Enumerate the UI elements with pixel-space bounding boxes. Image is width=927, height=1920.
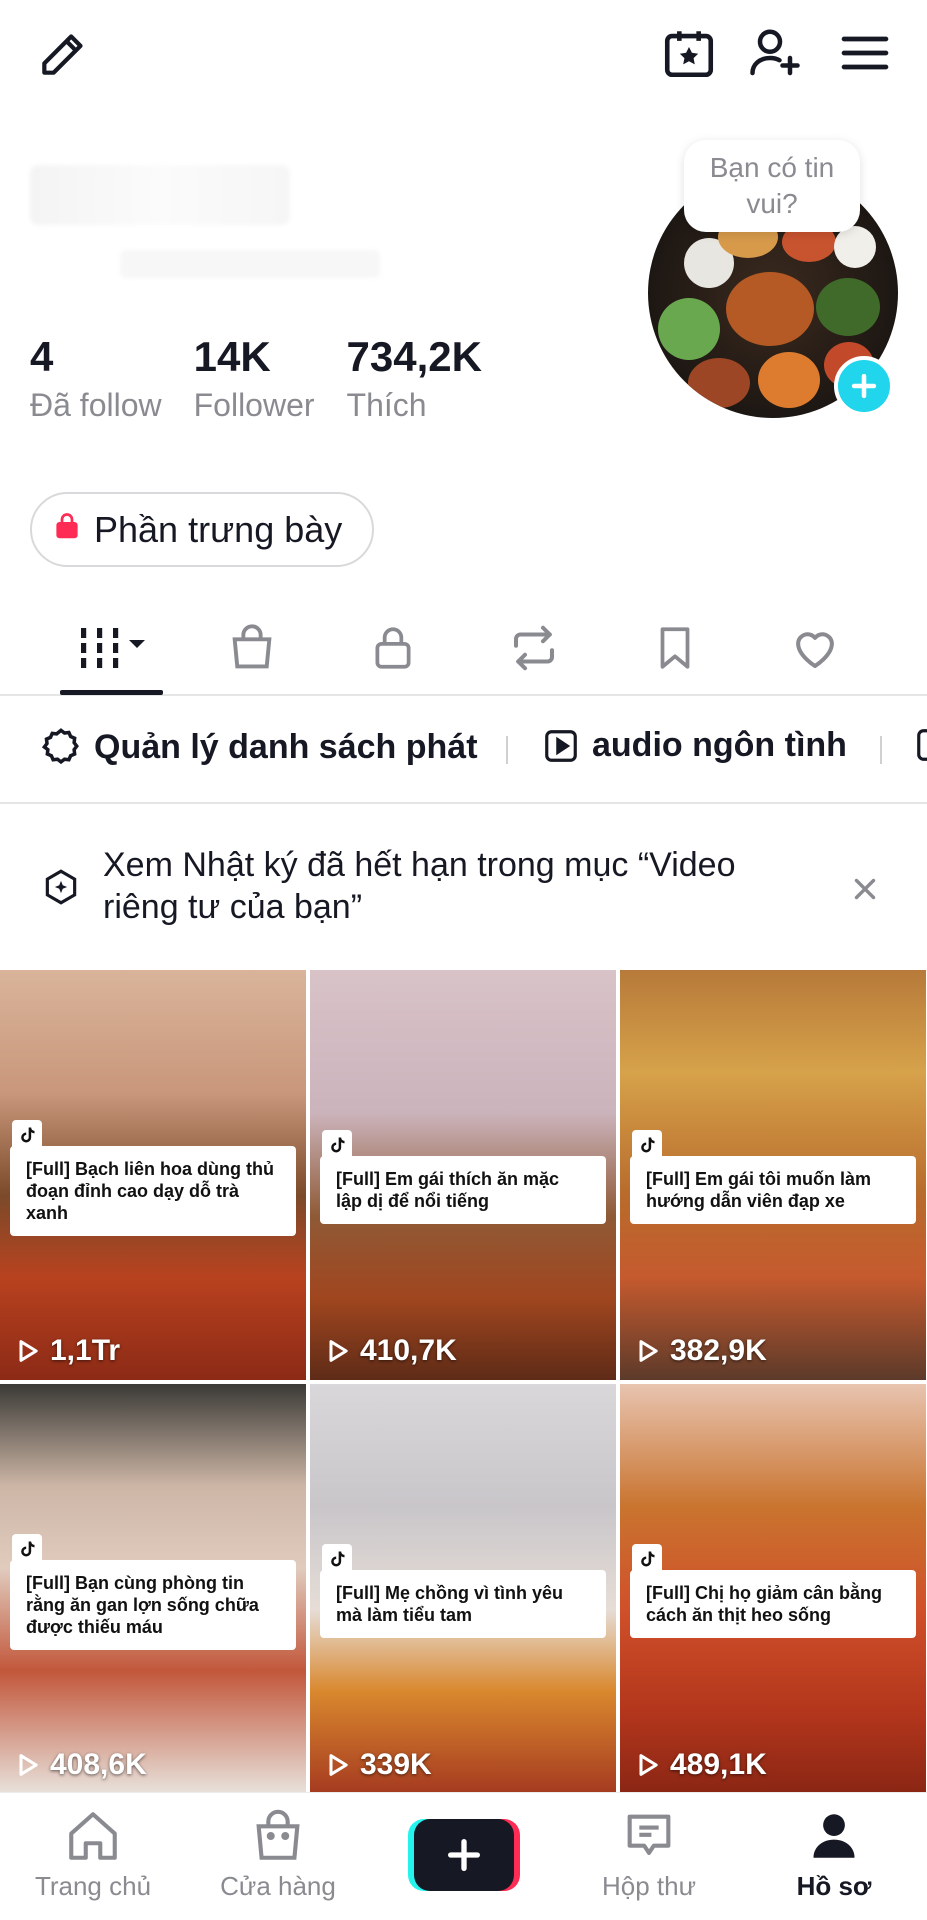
- avatar-news-bubble[interactable]: Bạn có tin vui?: [684, 140, 860, 232]
- stat-value: 14K: [193, 333, 271, 380]
- nav-home[interactable]: Trang chủ: [8, 1807, 178, 1902]
- divider: [506, 736, 508, 764]
- tab-videos[interactable]: [72, 618, 162, 678]
- shopping-bag-icon: [52, 512, 82, 547]
- play-icon: [329, 1340, 348, 1362]
- stat-following[interactable]: 4 Đã follow: [30, 332, 162, 426]
- play-icon: [639, 1754, 658, 1776]
- nav-label: Hộp thư: [601, 1871, 696, 1901]
- playlists-row: Quản lý danh sách phát audio ngôn tình: [0, 698, 927, 804]
- tab-shop[interactable]: [212, 618, 292, 678]
- view-count-text: 489,1K: [670, 1748, 767, 1781]
- hamburger-icon[interactable]: [832, 20, 898, 86]
- bottom-navigation: Trang chủ Cửa hàng Hộp thư Hồ sơ: [0, 1792, 927, 1920]
- plus-icon: [851, 373, 877, 399]
- play-icon: [639, 1340, 658, 1362]
- calendar-star-icon[interactable]: [656, 20, 722, 86]
- expired-diary-notice[interactable]: Xem Nhật ký đã hết hạn trong mục “Video …: [0, 810, 927, 966]
- stat-likes[interactable]: 734,2K Thích: [347, 332, 482, 426]
- tab-reposts[interactable]: [494, 618, 574, 678]
- repost-icon: [513, 625, 555, 671]
- video-thumbnail[interactable]: [Full] Bạn cùng phòng tin rằng ăn gan lợ…: [0, 1384, 306, 1794]
- active-tab-indicator: [60, 690, 163, 695]
- divider: [880, 736, 882, 764]
- tab-favorites[interactable]: [635, 618, 715, 678]
- profile-name-blurred: [30, 165, 290, 225]
- nav-shop[interactable]: Cửa hàng: [193, 1807, 363, 1902]
- play-box-icon: [545, 729, 577, 762]
- inbox-icon: [627, 1814, 671, 1855]
- playlist-next-partial[interactable]: [914, 726, 927, 764]
- profile-stats: 4 Đã follow 14K Follower 734,2K Thích: [30, 332, 514, 426]
- showcase-button[interactable]: Phần trưng bày: [30, 492, 375, 567]
- video-caption: [Full] Chị họ giảm cân bằng cách ăn thịt…: [630, 1570, 916, 1638]
- video-thumbnail[interactable]: [Full] Em gái tôi muốn làm hướng dẫn viê…: [620, 970, 926, 1380]
- video-grid: [Full] Bạch liên hoa dùng thủ đoạn đỉnh …: [0, 970, 927, 1794]
- tab-private[interactable]: [353, 618, 433, 678]
- view-count-text: 1,1Tr: [50, 1334, 121, 1367]
- tab-liked[interactable]: [775, 618, 855, 678]
- add-user-icon[interactable]: [742, 20, 808, 86]
- video-caption: [Full] Bạch liên hoa dùng thủ đoạn đỉnh …: [10, 1146, 296, 1236]
- add-story-button[interactable]: [834, 356, 894, 416]
- view-count-text: 339K: [360, 1748, 432, 1781]
- shopping-bag-icon: [256, 1809, 300, 1860]
- plus-icon: [448, 1839, 480, 1871]
- stat-label: Follower: [193, 387, 315, 423]
- bookmark-icon: [660, 627, 690, 669]
- playlist-label: audio ngôn tình: [592, 726, 847, 764]
- notice-text: Xem Nhật ký đã hết hạn trong mục “Video …: [103, 846, 736, 926]
- nav-label: Hồ sơ: [796, 1871, 872, 1901]
- top-bar: [0, 0, 927, 110]
- video-caption: [Full] Mẹ chồng vì tình yêu mà làm tiểu …: [320, 1570, 606, 1638]
- profile-handle-blurred: [120, 250, 380, 278]
- play-icon: [329, 1754, 348, 1776]
- playlist-audio-ngon-tinh[interactable]: audio ngôn tình: [542, 726, 847, 765]
- close-icon[interactable]: [848, 872, 882, 911]
- manage-playlists-button[interactable]: Quản lý danh sách phát: [40, 726, 478, 768]
- view-count: 1,1Tr: [14, 1334, 120, 1368]
- showcase-label: Phần trưng bày: [94, 508, 343, 550]
- create-button[interactable]: [408, 1819, 520, 1891]
- gear-icon: [41, 728, 79, 765]
- bag-icon: [232, 624, 272, 669]
- video-caption: [Full] Em gái tôi muốn làm hướng dẫn viê…: [630, 1156, 916, 1224]
- view-count: 489,1K: [634, 1748, 767, 1782]
- video-caption: [Full] Bạn cùng phòng tin rằng ăn gan lợ…: [10, 1560, 296, 1650]
- nav-label: Trang chủ: [34, 1871, 152, 1901]
- nav-label: Cửa hàng: [220, 1871, 336, 1901]
- sparkle-icon: [40, 866, 82, 913]
- playlist-label: Quản lý danh sách phát: [94, 727, 478, 766]
- view-count: 339K: [324, 1748, 432, 1782]
- view-count: 408,6K: [14, 1748, 147, 1782]
- view-count-text: 410,7K: [360, 1334, 457, 1367]
- profile-icon: [813, 1814, 855, 1858]
- home-icon: [69, 1812, 117, 1860]
- stat-value: 4: [30, 333, 54, 380]
- stat-value: 734,2K: [346, 333, 482, 380]
- stat-followers[interactable]: 14K Follower: [194, 332, 315, 426]
- play-box-icon: [917, 729, 927, 761]
- nav-inbox[interactable]: Hộp thư: [564, 1807, 734, 1902]
- nav-profile[interactable]: Hồ sơ: [749, 1807, 919, 1902]
- lock-icon: [375, 627, 411, 669]
- view-count-text: 382,9K: [670, 1334, 767, 1367]
- video-thumbnail[interactable]: [Full] Mẹ chồng vì tình yêu mà làm tiểu …: [310, 1384, 616, 1794]
- stat-label: Đã follow: [30, 387, 162, 423]
- play-icon: [19, 1754, 38, 1776]
- view-count: 382,9K: [634, 1334, 767, 1368]
- heart-icon: [796, 632, 834, 669]
- profile-tabs: [0, 600, 927, 696]
- view-count-text: 408,6K: [50, 1748, 147, 1781]
- create-button-face: [414, 1819, 514, 1891]
- video-thumbnail[interactable]: [Full] Bạch liên hoa dùng thủ đoạn đỉnh …: [0, 970, 306, 1380]
- stat-label: Thích: [346, 387, 427, 423]
- grid-videos-icon: [81, 628, 145, 668]
- video-thumbnail[interactable]: [Full] Em gái thích ăn mặc lập dị để nổi…: [310, 970, 616, 1380]
- view-count: 410,7K: [324, 1334, 457, 1368]
- video-thumbnail[interactable]: [Full] Chị họ giảm cân bằng cách ăn thịt…: [620, 1384, 926, 1794]
- play-icon: [19, 1340, 38, 1362]
- video-caption: [Full] Em gái thích ăn mặc lập dị để nổi…: [320, 1156, 606, 1224]
- pencil-icon[interactable]: [30, 24, 96, 84]
